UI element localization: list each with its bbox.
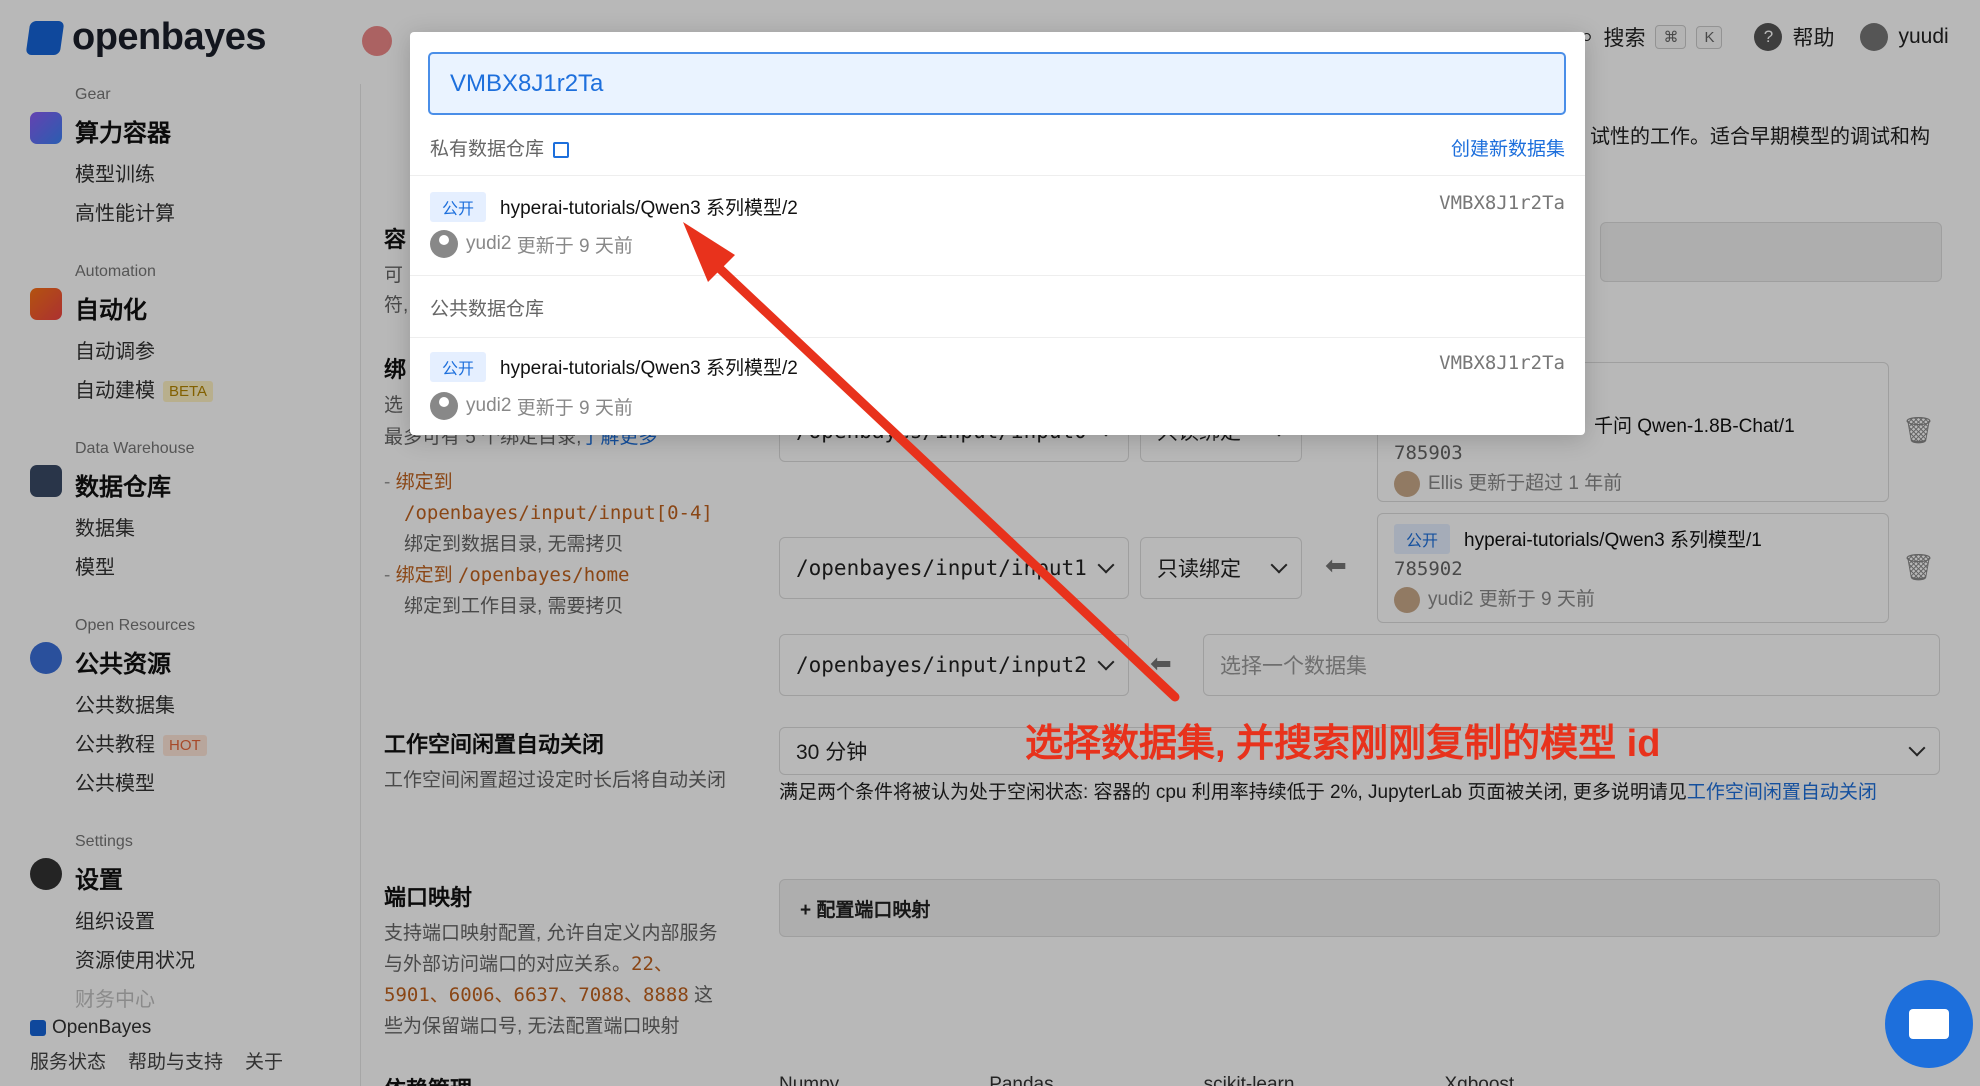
annotation-text: 选择数据集, 并搜索刚刚复制的模型 id bbox=[1025, 723, 1661, 765]
annotation-arrow bbox=[683, 222, 1180, 702]
chat-support-button[interactable] bbox=[1885, 980, 1973, 1068]
chat-icon bbox=[1909, 1009, 1949, 1039]
